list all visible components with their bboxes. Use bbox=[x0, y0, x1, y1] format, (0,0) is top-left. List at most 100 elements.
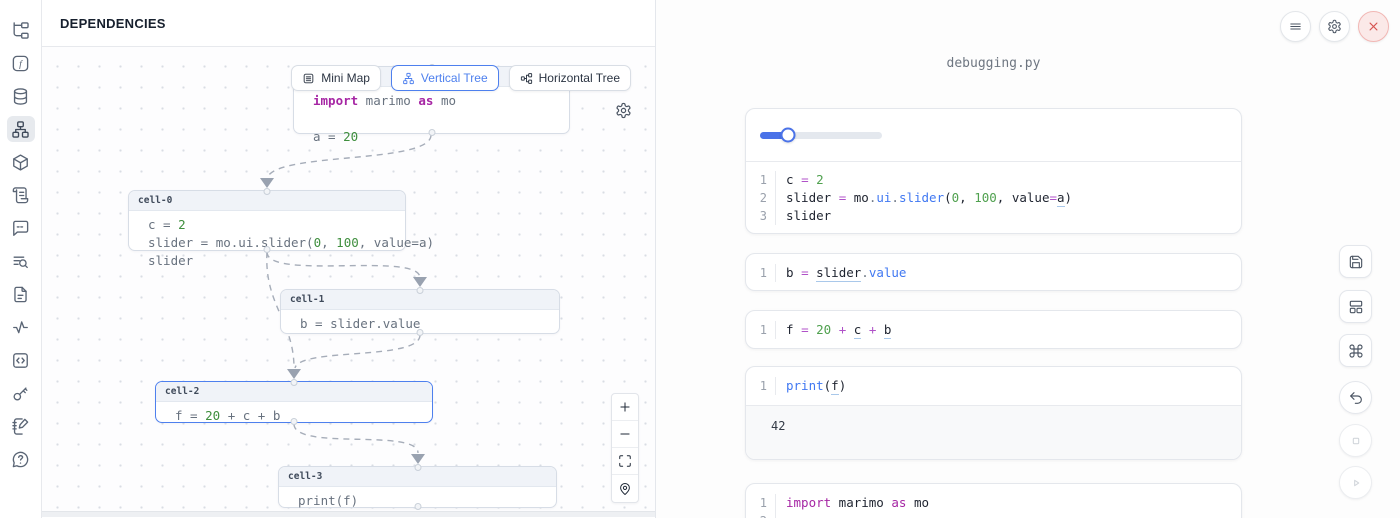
function-icon: f bbox=[11, 54, 30, 73]
center-view-icon bbox=[618, 482, 632, 496]
slider-widget[interactable] bbox=[760, 132, 882, 139]
minimap-icon bbox=[302, 72, 315, 85]
graph-node-code: c = 2slider = mo.ui.slider(0, 100, value… bbox=[129, 211, 405, 275]
horizontal-tree-icon bbox=[520, 72, 533, 85]
graph-node-code: f = 20 + c + b bbox=[156, 402, 432, 430]
line-number: 1 bbox=[746, 264, 776, 282]
code-line: import marimo as mo bbox=[303, 92, 560, 110]
view-mode-label: Horizontal Tree bbox=[539, 71, 620, 85]
graph-settings-button[interactable] bbox=[615, 103, 632, 120]
zoom-in-button[interactable] bbox=[612, 394, 638, 421]
graph-node-cell-1[interactable]: cell-1 b = slider.value bbox=[280, 289, 560, 334]
line-number: 3 bbox=[746, 207, 776, 225]
vertical-tree-icon bbox=[402, 72, 415, 85]
activity-bar: f bbox=[0, 0, 42, 518]
layout-icon bbox=[1348, 299, 1364, 315]
sidebar-item-snippets[interactable] bbox=[7, 347, 35, 373]
graph-node-cell-0[interactable]: cell-0 c = 2slider = mo.ui.slider(0, 100… bbox=[128, 190, 406, 251]
layout-button[interactable] bbox=[1339, 290, 1372, 323]
cell-output-area bbox=[746, 109, 1241, 162]
sidebar-item-logs[interactable] bbox=[7, 182, 35, 208]
sidebar-item-documentation[interactable] bbox=[7, 281, 35, 307]
sidebar-item-dependency-graph[interactable] bbox=[7, 116, 35, 142]
command-button[interactable] bbox=[1339, 334, 1372, 367]
help-icon bbox=[11, 450, 30, 469]
notebook-filename: debugging.py bbox=[745, 56, 1242, 71]
view-mode-mini-map[interactable]: Mini Map bbox=[291, 65, 381, 91]
line-number: 1 bbox=[746, 377, 776, 395]
snippets-icon bbox=[11, 351, 30, 370]
svg-text:f: f bbox=[19, 59, 23, 70]
shutdown-button[interactable] bbox=[1358, 11, 1389, 42]
view-mode-label: Mini Map bbox=[321, 71, 370, 85]
save-icon bbox=[1348, 254, 1364, 270]
zoom-out-icon bbox=[618, 427, 632, 441]
graph-node-cell-3[interactable]: cell-3 print(f) bbox=[278, 466, 557, 508]
code-line: slider bbox=[138, 252, 396, 270]
stop-button[interactable] bbox=[1339, 424, 1372, 457]
arrowhead bbox=[260, 178, 274, 188]
sidebar-item-cell-tree[interactable] bbox=[7, 17, 35, 43]
sidebar-item-packages[interactable] bbox=[7, 149, 35, 175]
sidebar-item-secrets[interactable] bbox=[7, 380, 35, 406]
line-number: 2 bbox=[746, 189, 776, 207]
graph-node-code: import marimo as moa = 20 bbox=[294, 87, 569, 151]
secrets-icon bbox=[11, 384, 30, 403]
view-mode-vertical-tree[interactable]: Vertical Tree bbox=[391, 65, 499, 91]
sidebar-item-tracing[interactable] bbox=[7, 314, 35, 340]
notebook-cell: 1f = 20 + c + b bbox=[745, 310, 1242, 349]
code-editor[interactable]: 1c = 22slider = mo.ui.slider(0, 100, val… bbox=[746, 162, 1241, 234]
code-editor[interactable]: 1print(f) bbox=[746, 367, 1241, 405]
center-view-button[interactable] bbox=[612, 475, 638, 502]
code-line: b = slider.value bbox=[290, 315, 550, 333]
code-editor[interactable]: 1import marimo as mo2 bbox=[746, 484, 1241, 518]
code-line: 1c = 2 bbox=[746, 171, 1241, 189]
dependencies-header: DEPENDENCIES bbox=[42, 0, 655, 47]
graph-zoom-controls bbox=[611, 393, 639, 503]
gear-button[interactable] bbox=[1319, 11, 1350, 42]
line-number: 1 bbox=[746, 494, 776, 512]
view-mode-horizontal-tree[interactable]: Horizontal Tree bbox=[509, 65, 631, 91]
notebook-cell: 1b = slider.value bbox=[745, 253, 1242, 291]
sidebar-item-function[interactable]: f bbox=[7, 50, 35, 76]
graph-view-mode-toolbar: Mini Map Vertical Tree Horizontal Tree bbox=[291, 65, 631, 91]
zoom-in-icon bbox=[618, 400, 632, 414]
fit-view-button[interactable] bbox=[612, 448, 638, 475]
dependency-graph-canvas[interactable]: cell-4 import marimo as moa = 20 cell-0 … bbox=[42, 47, 655, 511]
line-number: 1 bbox=[746, 171, 776, 189]
graph-node-title: cell-1 bbox=[281, 290, 559, 310]
find-icon bbox=[11, 252, 30, 271]
arrowhead bbox=[287, 369, 301, 379]
edge-cell1-cell2 bbox=[295, 335, 420, 368]
line-number: 2 bbox=[746, 512, 776, 518]
sidebar-item-chat[interactable] bbox=[7, 215, 35, 241]
sidebar-item-scratchpad[interactable] bbox=[7, 413, 35, 439]
view-mode-label: Vertical Tree bbox=[421, 71, 488, 85]
sidebar-item-find[interactable] bbox=[7, 248, 35, 274]
code-line: slider = mo.ui.slider(0, 100, value=a) bbox=[138, 234, 396, 252]
slider-thumb[interactable] bbox=[781, 128, 796, 143]
shutdown-icon bbox=[1366, 19, 1381, 34]
logs-icon bbox=[11, 186, 30, 205]
run-button[interactable] bbox=[1339, 466, 1372, 499]
sidebar-item-datasources[interactable] bbox=[7, 83, 35, 109]
line-number: 1 bbox=[746, 321, 776, 339]
undo-button[interactable] bbox=[1339, 381, 1372, 414]
chat-icon bbox=[11, 219, 30, 238]
notebook-action-buttons bbox=[1339, 245, 1372, 499]
code-line: 1f = 20 + c + b bbox=[746, 321, 1241, 339]
code-line: c = 2 bbox=[138, 216, 396, 234]
code-line: 3slider bbox=[746, 207, 1241, 225]
graph-node-cell-2[interactable]: cell-2 f = 20 + c + b bbox=[155, 381, 433, 423]
notebook-cell: 1c = 22slider = mo.ui.slider(0, 100, val… bbox=[745, 108, 1242, 234]
save-button[interactable] bbox=[1339, 245, 1372, 278]
window-controls bbox=[1280, 11, 1389, 42]
zoom-out-button[interactable] bbox=[612, 421, 638, 448]
sidebar-item-help[interactable] bbox=[7, 446, 35, 472]
code-editor[interactable]: 1f = 20 + c + b bbox=[746, 311, 1241, 349]
menu-button[interactable] bbox=[1280, 11, 1311, 42]
graph-node-title: cell-3 bbox=[279, 467, 556, 487]
code-line: 1import marimo as mo bbox=[746, 494, 1241, 512]
code-editor[interactable]: 1b = slider.value bbox=[746, 254, 1241, 291]
arrowhead bbox=[411, 454, 425, 464]
